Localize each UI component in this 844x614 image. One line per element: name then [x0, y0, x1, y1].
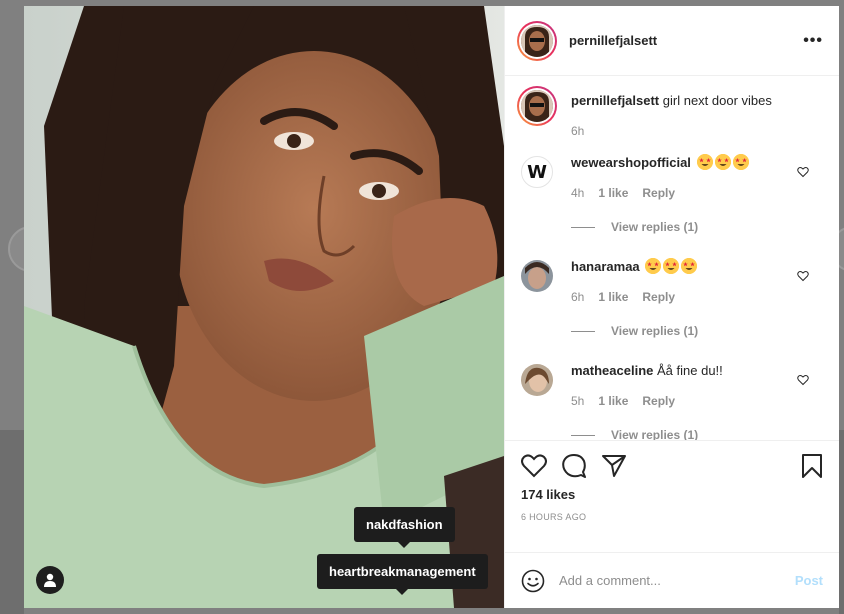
avatar-photo — [521, 24, 553, 57]
comment-username[interactable]: matheaceline — [571, 363, 653, 378]
star-struck-emoji-icon — [645, 258, 662, 274]
star-struck-emoji-icon — [696, 154, 713, 170]
star-struck-emoji-icon — [732, 154, 749, 170]
comment-time[interactable]: 4h — [571, 184, 584, 202]
comment-text: Åå fine du!! — [657, 363, 723, 378]
save-bookmark-icon[interactable] — [801, 453, 823, 479]
like-heart-icon[interactable] — [521, 454, 547, 478]
author-avatar[interactable] — [517, 20, 557, 61]
comment-like-heart-icon[interactable] — [797, 270, 809, 282]
background-tile — [839, 430, 844, 614]
author-username[interactable]: pernillefjalsett — [569, 33, 803, 48]
commenter-avatar[interactable]: W — [521, 156, 553, 188]
post-comment-button[interactable]: Post — [795, 573, 823, 588]
likes-count[interactable]: 174 likes — [521, 487, 823, 502]
commenter-avatar[interactable] — [521, 364, 553, 396]
caption-username[interactable]: pernillefjalsett — [571, 93, 659, 108]
comment-likes[interactable]: 1 like — [598, 392, 628, 410]
background-tile — [0, 430, 24, 614]
comment-username[interactable]: wewearshopofficial — [571, 155, 691, 170]
view-replies-button[interactable]: View replies (1) — [571, 426, 823, 440]
post-caption: pernillefjalsett girl next door vibes 6h — [517, 86, 823, 154]
comment-input[interactable] — [559, 573, 795, 588]
avatar-letter: W — [527, 161, 547, 183]
view-replies-button[interactable]: View replies (1) — [571, 218, 823, 236]
post-photo[interactable]: nakdfashion heartbreakmanagement — [24, 6, 504, 608]
comment-like-heart-icon[interactable] — [797, 166, 809, 178]
avatar-photo — [521, 364, 553, 396]
reply-button[interactable]: Reply — [642, 392, 675, 410]
view-replies-button[interactable]: View replies (1) — [571, 322, 823, 340]
photo-tag[interactable]: nakdfashion — [354, 507, 455, 548]
avatar-photo — [521, 260, 553, 292]
caption-text: girl next door vibes — [662, 93, 772, 108]
commenter-avatar[interactable] — [521, 260, 553, 292]
more-options-button[interactable]: ••• — [803, 32, 823, 50]
avatar-photo — [521, 90, 553, 122]
photo-tag[interactable]: heartbreakmanagement — [317, 554, 488, 595]
comment-time[interactable]: 6h — [571, 288, 584, 306]
caption-time[interactable]: 6h — [571, 122, 584, 140]
comment-item: matheaceline Åå fine du!! 5h 1 like Repl… — [517, 362, 823, 440]
emoji-picker-icon[interactable] — [521, 569, 545, 593]
post-header: pernillefjalsett ••• — [505, 6, 839, 76]
reply-button[interactable]: Reply — [642, 288, 675, 306]
comment-like-heart-icon[interactable] — [797, 374, 809, 386]
share-send-icon[interactable] — [601, 454, 627, 478]
post-modal: nakdfashion heartbreakmanagement pernill… — [24, 6, 839, 608]
star-struck-emoji-icon — [681, 258, 698, 274]
comment-likes[interactable]: 1 like — [598, 288, 628, 306]
reply-button[interactable]: Reply — [642, 184, 675, 202]
star-struck-emoji-icon — [663, 258, 680, 274]
comments-list[interactable]: pernillefjalsett girl next door vibes 6h… — [505, 76, 839, 440]
comment-item: W wewearshopofficial 4h 1 like Reply Vie… — [517, 154, 823, 258]
comment-bubble-icon[interactable] — [561, 453, 587, 479]
comment-username[interactable]: hanaramaa — [571, 259, 640, 274]
post-side-panel: pernillefjalsett ••• pernillefjalsett gi… — [504, 6, 839, 608]
comment-item: hanaramaa 6h 1 like Reply View replies (… — [517, 258, 823, 362]
comment-time[interactable]: 5h — [571, 392, 584, 410]
user-tag-icon[interactable] — [36, 566, 64, 594]
post-actions: 174 likes 6 HOURS AGO — [505, 440, 839, 552]
person-icon — [44, 573, 56, 587]
comment-composer: Post — [505, 552, 839, 608]
comment-likes[interactable]: 1 like — [598, 184, 628, 202]
caption-avatar[interactable] — [517, 86, 557, 126]
star-struck-emoji-icon — [714, 154, 731, 170]
post-timestamp[interactable]: 6 HOURS AGO — [521, 512, 823, 522]
